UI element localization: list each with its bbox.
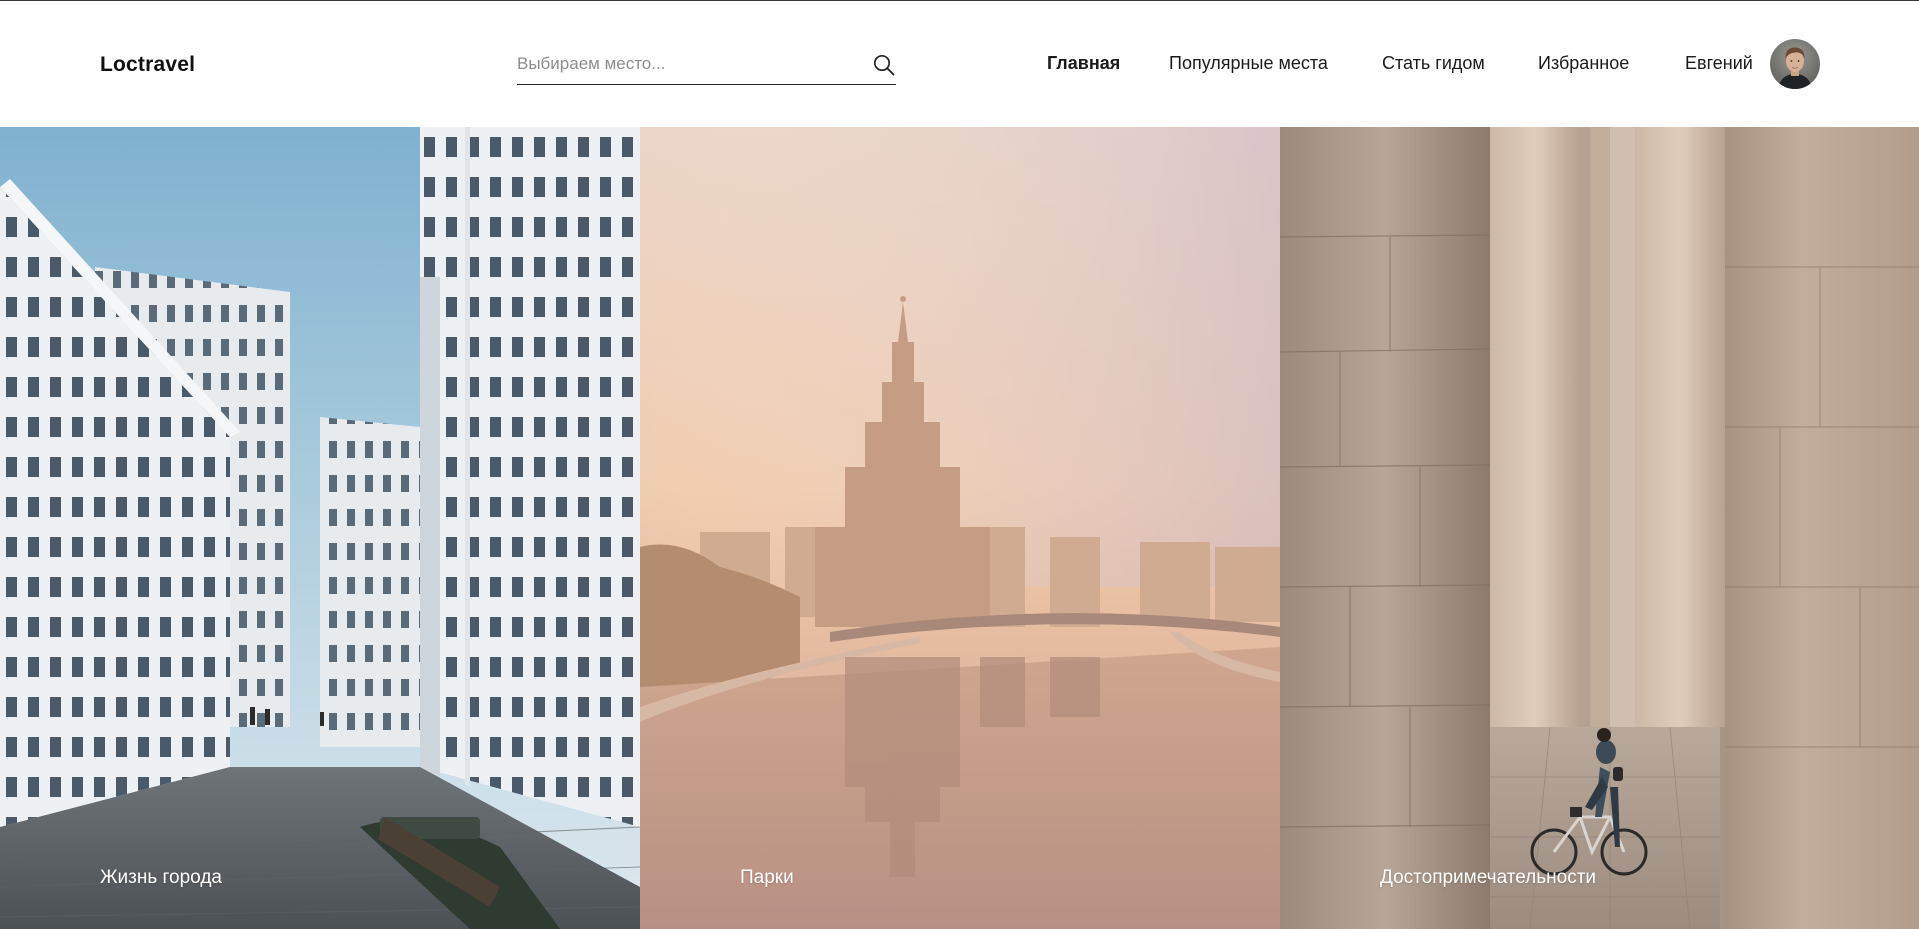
category-gallery: Жизнь города Парки Достопримечательности bbox=[0, 127, 1919, 929]
user-name[interactable]: Евгений bbox=[1685, 53, 1753, 74]
main-nav: Главная Популярные места Стать гидом Изб… bbox=[0, 53, 1919, 77]
site-header: Loctravel Главная Популярные места Стать… bbox=[0, 1, 1919, 127]
user-avatar[interactable] bbox=[1770, 39, 1820, 89]
nav-item-home[interactable]: Главная bbox=[1047, 53, 1120, 74]
nav-item-become-guide[interactable]: Стать гидом bbox=[1382, 53, 1485, 74]
nav-item-popular[interactable]: Популярные места bbox=[1169, 53, 1328, 74]
category-card-landmarks[interactable]: Достопримечательности bbox=[1280, 127, 1919, 929]
columns-cyclist-photo bbox=[1280, 127, 1919, 929]
category-card-parks[interactable]: Парки bbox=[640, 127, 1280, 929]
category-caption: Достопримечательности bbox=[1380, 867, 1597, 888]
category-caption: Парки bbox=[740, 867, 794, 888]
nav-item-favorites[interactable]: Избранное bbox=[1538, 53, 1629, 74]
city-buildings-photo bbox=[0, 127, 640, 929]
river-skyscraper-photo bbox=[640, 127, 1280, 929]
category-caption: Жизнь города bbox=[100, 867, 222, 888]
category-card-city-life[interactable]: Жизнь города bbox=[0, 127, 640, 929]
